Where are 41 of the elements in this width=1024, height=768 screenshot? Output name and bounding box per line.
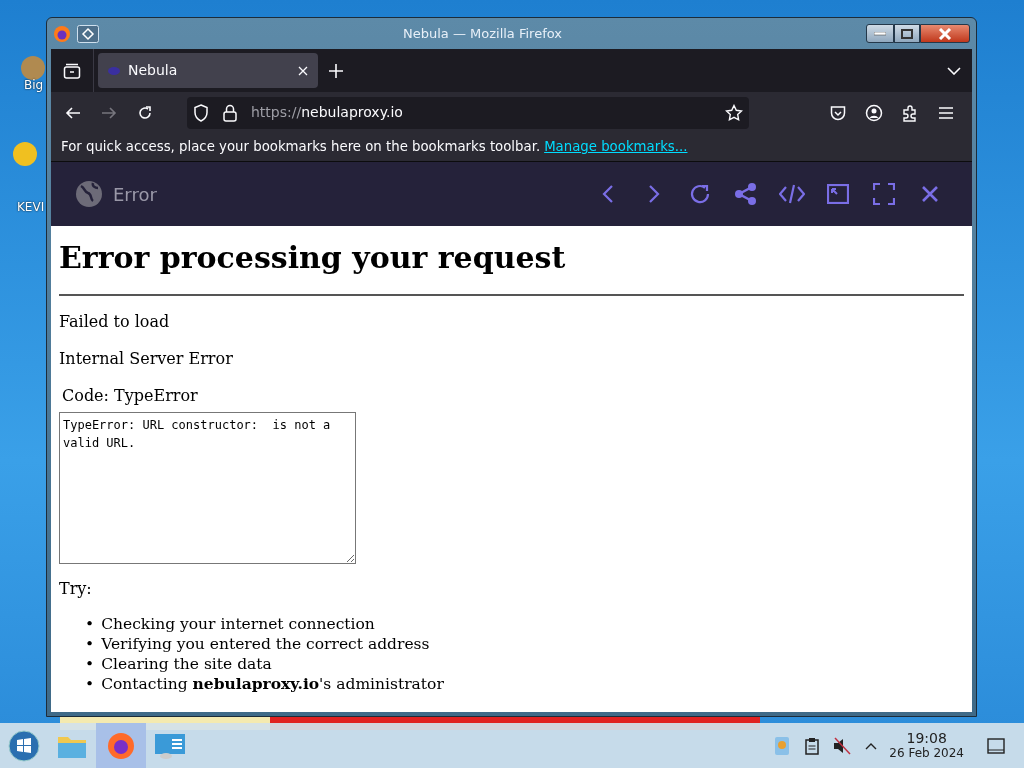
close-icon xyxy=(938,27,952,40)
desktop-icon-label: Big xyxy=(24,78,44,93)
maximize-button[interactable] xyxy=(894,24,920,43)
firefox-icon[interactable] xyxy=(96,723,146,768)
shield-icon[interactable] xyxy=(193,103,209,122)
bullet-marker: • xyxy=(85,654,95,674)
suggestion-item: Contacting nebulaproxy.io's administrator xyxy=(101,674,444,694)
suggestion-item: Clearing the site data xyxy=(101,654,272,674)
tab-title: Nebula xyxy=(128,61,179,80)
globe-icon xyxy=(75,180,103,208)
manage-bookmarks-link[interactable]: Manage bookmarks... xyxy=(544,137,688,157)
clock-time: 19:08 xyxy=(906,731,947,747)
try-label: Try: xyxy=(59,578,93,600)
bullet-marker: • xyxy=(85,674,95,694)
bullet-marker: • xyxy=(85,614,95,634)
page-title: Error xyxy=(113,182,157,207)
window-title: Nebula — Mozilla Firefox xyxy=(402,24,563,43)
minimize-button[interactable] xyxy=(866,24,894,43)
pin-icon[interactable] xyxy=(77,24,99,43)
star-icon[interactable] xyxy=(725,103,743,122)
favicon-icon xyxy=(108,66,120,75)
address-bar[interactable]: https://nebulaproxy.io xyxy=(187,96,749,129)
firefox-icon[interactable] xyxy=(53,24,71,43)
suggestion-item: Checking your internet connection xyxy=(101,614,375,634)
error-text-area[interactable]: TypeError: URL constructor: is not a valid URL. xyxy=(59,412,356,564)
minimize-icon xyxy=(874,31,886,36)
maximize-icon xyxy=(901,28,913,39)
clock-date: 26 Feb 2024 xyxy=(889,746,964,760)
close-tab-icon[interactable] xyxy=(298,65,308,76)
error-heading: Error processing your request xyxy=(59,240,567,276)
status-line: Internal Server Error xyxy=(59,348,234,370)
desktop-icon-label: KEVI xyxy=(17,200,45,215)
bookmarks-message: For quick access, place your bookmarks here on the bookmarks toolbar. xyxy=(61,138,541,157)
suggestion-item: Verifying you entered the correct address xyxy=(101,634,430,654)
status-line: Failed to load xyxy=(59,311,171,333)
url-text: https://nebulaproxy.io xyxy=(251,103,403,122)
bullet-marker: • xyxy=(85,634,95,654)
close-button[interactable] xyxy=(920,24,970,43)
browser-tab[interactable]: Nebula xyxy=(98,53,318,88)
error-code: Code: TypeError xyxy=(62,385,199,407)
lock-icon[interactable] xyxy=(223,103,237,122)
